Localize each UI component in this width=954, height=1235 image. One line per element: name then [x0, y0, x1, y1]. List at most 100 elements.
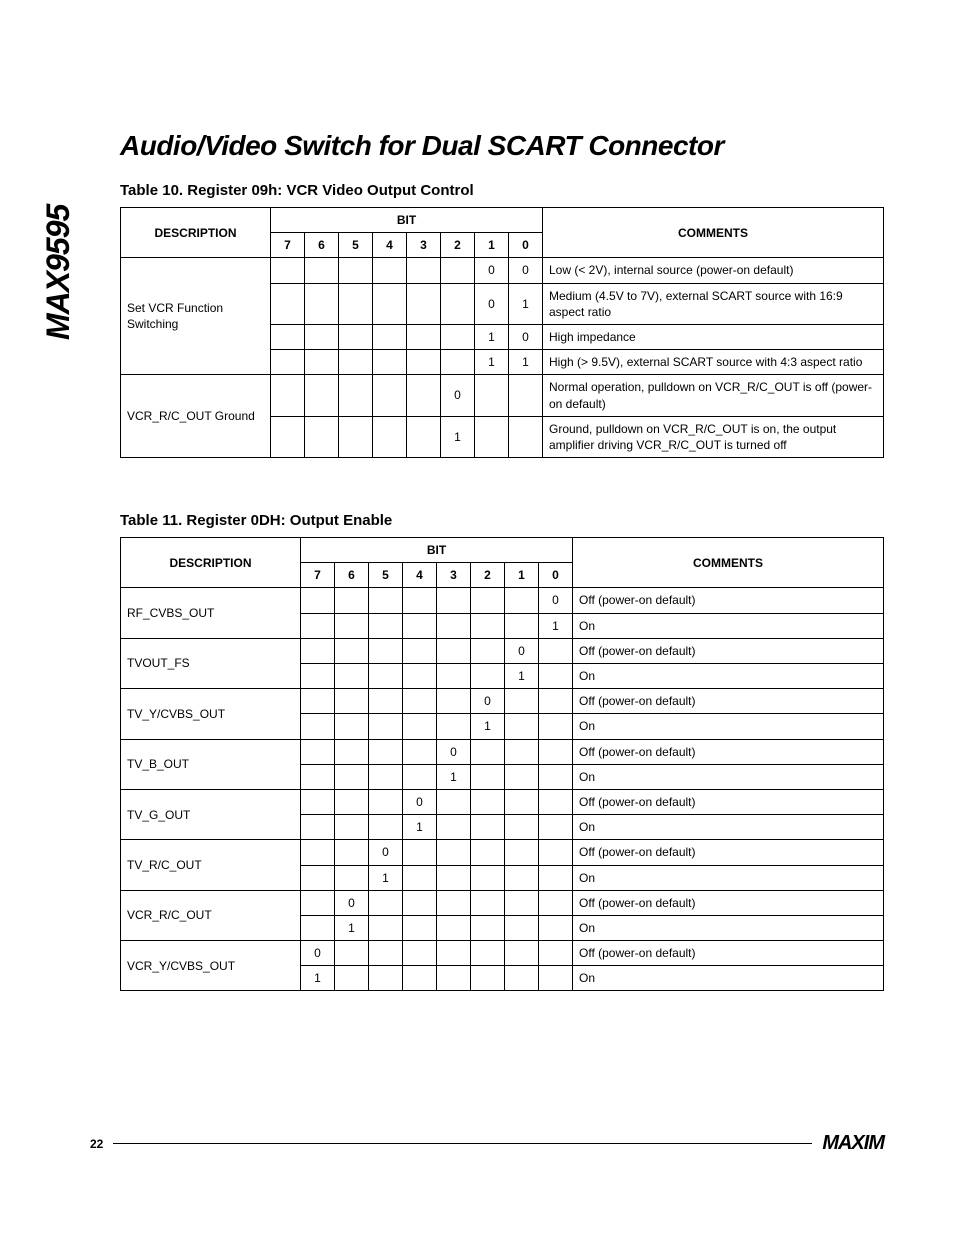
bit-cell: [437, 915, 471, 940]
bit-cell: 1: [471, 714, 505, 739]
bit-cell: [335, 689, 369, 714]
row-comment: Off (power-on default): [573, 840, 884, 865]
row-comment: Off (power-on default): [573, 638, 884, 663]
bit-cell: [335, 789, 369, 814]
bit-cell: [403, 865, 437, 890]
bit-cell: [369, 638, 403, 663]
bit-cell: [403, 739, 437, 764]
bit-cell: 1: [509, 350, 543, 375]
bit-cell: [335, 714, 369, 739]
bit-cell: [335, 613, 369, 638]
bit-cell: [475, 375, 509, 416]
bit-cell: [301, 840, 335, 865]
header-bit-4: 4: [403, 563, 437, 588]
bit-cell: [505, 966, 539, 991]
bit-cell: [407, 324, 441, 349]
bit-cell: 0: [301, 941, 335, 966]
bit-cell: [373, 283, 407, 324]
bit-cell: [471, 764, 505, 789]
bit-cell: [403, 764, 437, 789]
bit-cell: [271, 324, 305, 349]
header-bit-5: 5: [369, 563, 403, 588]
bit-cell: [301, 890, 335, 915]
bit-cell: [539, 689, 573, 714]
header-bit-3: 3: [437, 563, 471, 588]
bit-cell: [403, 890, 437, 915]
bit-cell: [335, 764, 369, 789]
bit-cell: [339, 375, 373, 416]
bit-cell: [505, 689, 539, 714]
bit-cell: [403, 664, 437, 689]
row-comment: On: [573, 764, 884, 789]
bit-cell: [301, 764, 335, 789]
row-comment: Normal operation, pulldown on VCR_R/C_OU…: [543, 375, 884, 416]
bit-cell: [437, 613, 471, 638]
header-bit-1: 1: [475, 233, 509, 258]
bit-cell: [505, 815, 539, 840]
bit-cell: [505, 941, 539, 966]
bit-cell: [407, 258, 441, 283]
bit-cell: [403, 613, 437, 638]
bit-cell: [305, 324, 339, 349]
row-comment: High (> 9.5V), external SCART source wit…: [543, 350, 884, 375]
row-comment: On: [573, 966, 884, 991]
table-row: TV_B_OUT0Off (power-on default): [121, 739, 884, 764]
table-row: Set VCR Function Switching00Low (< 2V), …: [121, 258, 884, 283]
row-description: TV_G_OUT: [121, 789, 301, 839]
bit-cell: 0: [437, 739, 471, 764]
bit-cell: [271, 350, 305, 375]
table-row: TV_G_OUT0Off (power-on default): [121, 789, 884, 814]
maxim-logo: MAXIM: [822, 1132, 884, 1155]
bit-cell: [373, 416, 407, 457]
bit-cell: [271, 375, 305, 416]
bit-cell: [301, 613, 335, 638]
bit-cell: [505, 764, 539, 789]
row-comment: Ground, pulldown on VCR_R/C_OUT is on, t…: [543, 416, 884, 457]
bit-cell: 1: [301, 966, 335, 991]
bit-cell: 0: [509, 258, 543, 283]
bit-cell: [437, 664, 471, 689]
header-bit-7: 7: [301, 563, 335, 588]
bit-cell: [335, 941, 369, 966]
bit-cell: [471, 865, 505, 890]
bit-cell: [271, 416, 305, 457]
bit-cell: [437, 789, 471, 814]
bit-cell: [471, 815, 505, 840]
row-comment: Off (power-on default): [573, 588, 884, 613]
bit-cell: 1: [335, 915, 369, 940]
bit-cell: [403, 941, 437, 966]
bit-cell: 1: [403, 815, 437, 840]
table-row: VCR_R/C_OUT Ground0Normal operation, pul…: [121, 375, 884, 416]
bit-cell: [505, 865, 539, 890]
table10: DESCRIPTIONBITCOMMENTS76543210Set VCR Fu…: [120, 207, 884, 458]
table-row: VCR_R/C_OUT0Off (power-on default): [121, 890, 884, 915]
bit-cell: [305, 350, 339, 375]
bit-cell: [471, 664, 505, 689]
bit-cell: [403, 689, 437, 714]
header-bit-2: 2: [441, 233, 475, 258]
bit-cell: [369, 890, 403, 915]
bit-cell: [335, 588, 369, 613]
row-comment: Off (power-on default): [573, 789, 884, 814]
bit-cell: [369, 664, 403, 689]
bit-cell: [301, 664, 335, 689]
bit-cell: [305, 283, 339, 324]
bit-cell: [505, 915, 539, 940]
bit-cell: [403, 966, 437, 991]
table-row: TV_Y/CVBS_OUT0Off (power-on default): [121, 689, 884, 714]
bit-cell: [369, 815, 403, 840]
bit-cell: [471, 941, 505, 966]
bit-cell: [441, 324, 475, 349]
document-title: Audio/Video Switch for Dual SCART Connec…: [120, 130, 884, 162]
bit-cell: [471, 789, 505, 814]
bit-cell: [539, 739, 573, 764]
table11-caption: Table 11. Register 0DH: Output Enable: [120, 512, 884, 529]
row-description: RF_CVBS_OUT: [121, 588, 301, 638]
bit-cell: 0: [403, 789, 437, 814]
bit-cell: 0: [475, 283, 509, 324]
bit-cell: [373, 375, 407, 416]
bit-cell: 0: [475, 258, 509, 283]
bit-cell: [335, 966, 369, 991]
header-bit-0: 0: [539, 563, 573, 588]
bit-cell: [403, 915, 437, 940]
